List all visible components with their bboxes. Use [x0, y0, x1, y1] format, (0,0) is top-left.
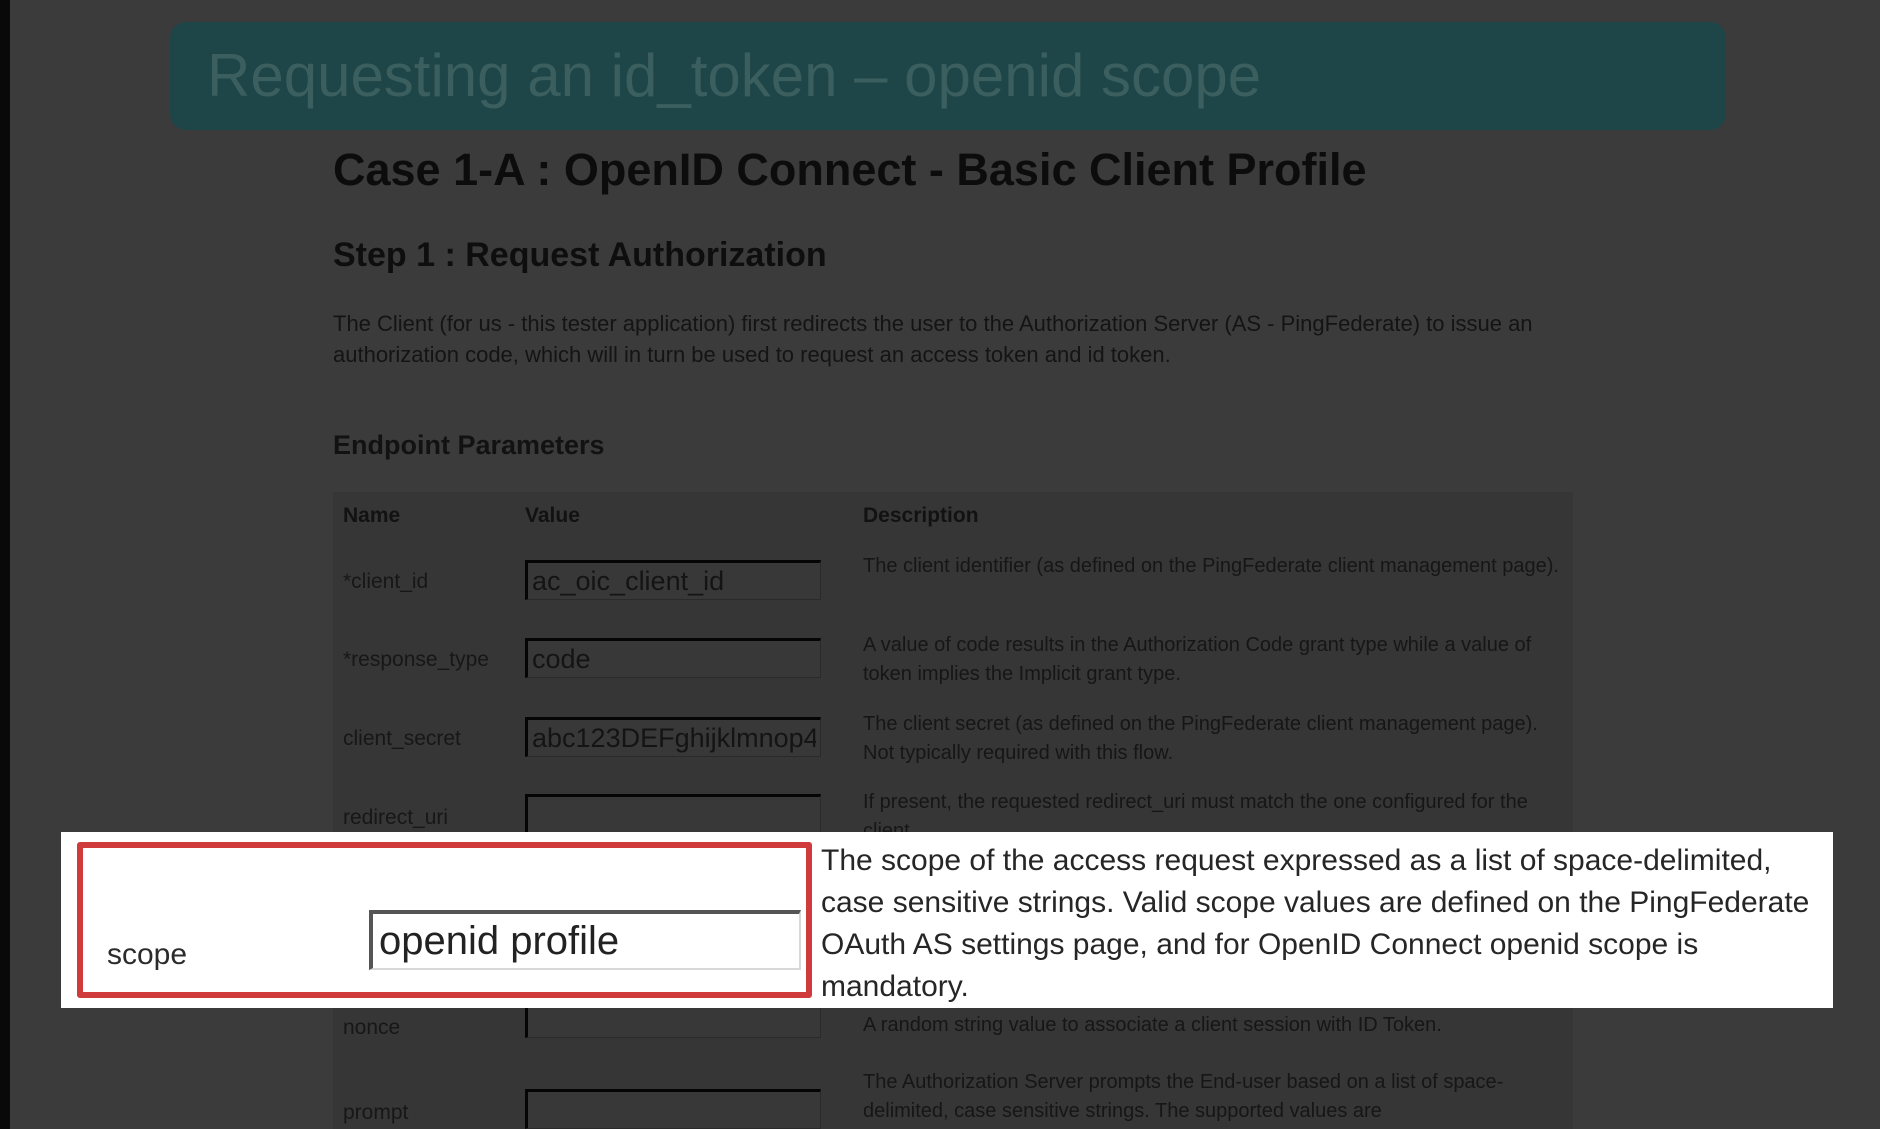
scope-input[interactable] [369, 910, 801, 970]
row-description-client-id: The client identifier (as defined on the… [863, 555, 1559, 577]
scope-description: The scope of the access request expresse… [821, 844, 1810, 1003]
client-id-input[interactable] [525, 560, 821, 600]
column-header-description: Description [863, 504, 979, 527]
row-name-prompt: prompt [343, 1101, 409, 1124]
redirect-uri-input[interactable] [525, 794, 821, 834]
scope-highlight-frame: scope [77, 842, 812, 998]
row-name-client-id: *client_id [343, 570, 429, 593]
row-description-nonce: A random string value to associate a cli… [863, 1014, 1442, 1036]
row-name-nonce: nonce [343, 1016, 401, 1039]
slide-title-banner: Requesting an id_token – openid scope [170, 22, 1726, 130]
scope-callout: scope The scope of the access request ex… [61, 832, 1833, 1008]
page-title: Case 1-A : OpenID Connect - Basic Client… [333, 144, 1367, 195]
presentation-screen: Requesting an id_token – openid scope Ca… [10, 0, 1880, 1129]
row-name-redirect-uri: redirect_uri [343, 806, 449, 829]
row-description-prompt: The Authorization Server prompts the End… [863, 1071, 1504, 1122]
step-heading: Step 1 : Request Authorization [333, 236, 827, 274]
client-secret-input[interactable] [525, 717, 821, 757]
response-type-input[interactable] [525, 638, 821, 678]
slide-title: Requesting an id_token – openid scope [207, 42, 1262, 109]
row-name-client-secret: client_secret [343, 727, 461, 750]
parameters-table: Name Value Description *client_id The cl… [333, 492, 1573, 1129]
column-header-name: Name [343, 504, 401, 527]
endpoint-parameters-heading: Endpoint Parameters [333, 430, 605, 460]
row-name-response-type: *response_type [343, 648, 489, 671]
row-description-response-type: A value of code results in the Authoriza… [863, 634, 1532, 685]
row-description-client-secret: The client secret (as defined on the Pin… [863, 713, 1538, 764]
scope-label: scope [107, 938, 188, 971]
column-header-value: Value [525, 504, 580, 527]
prompt-input[interactable] [525, 1089, 821, 1129]
step-description: The Client (for us - this tester applica… [333, 311, 1533, 367]
